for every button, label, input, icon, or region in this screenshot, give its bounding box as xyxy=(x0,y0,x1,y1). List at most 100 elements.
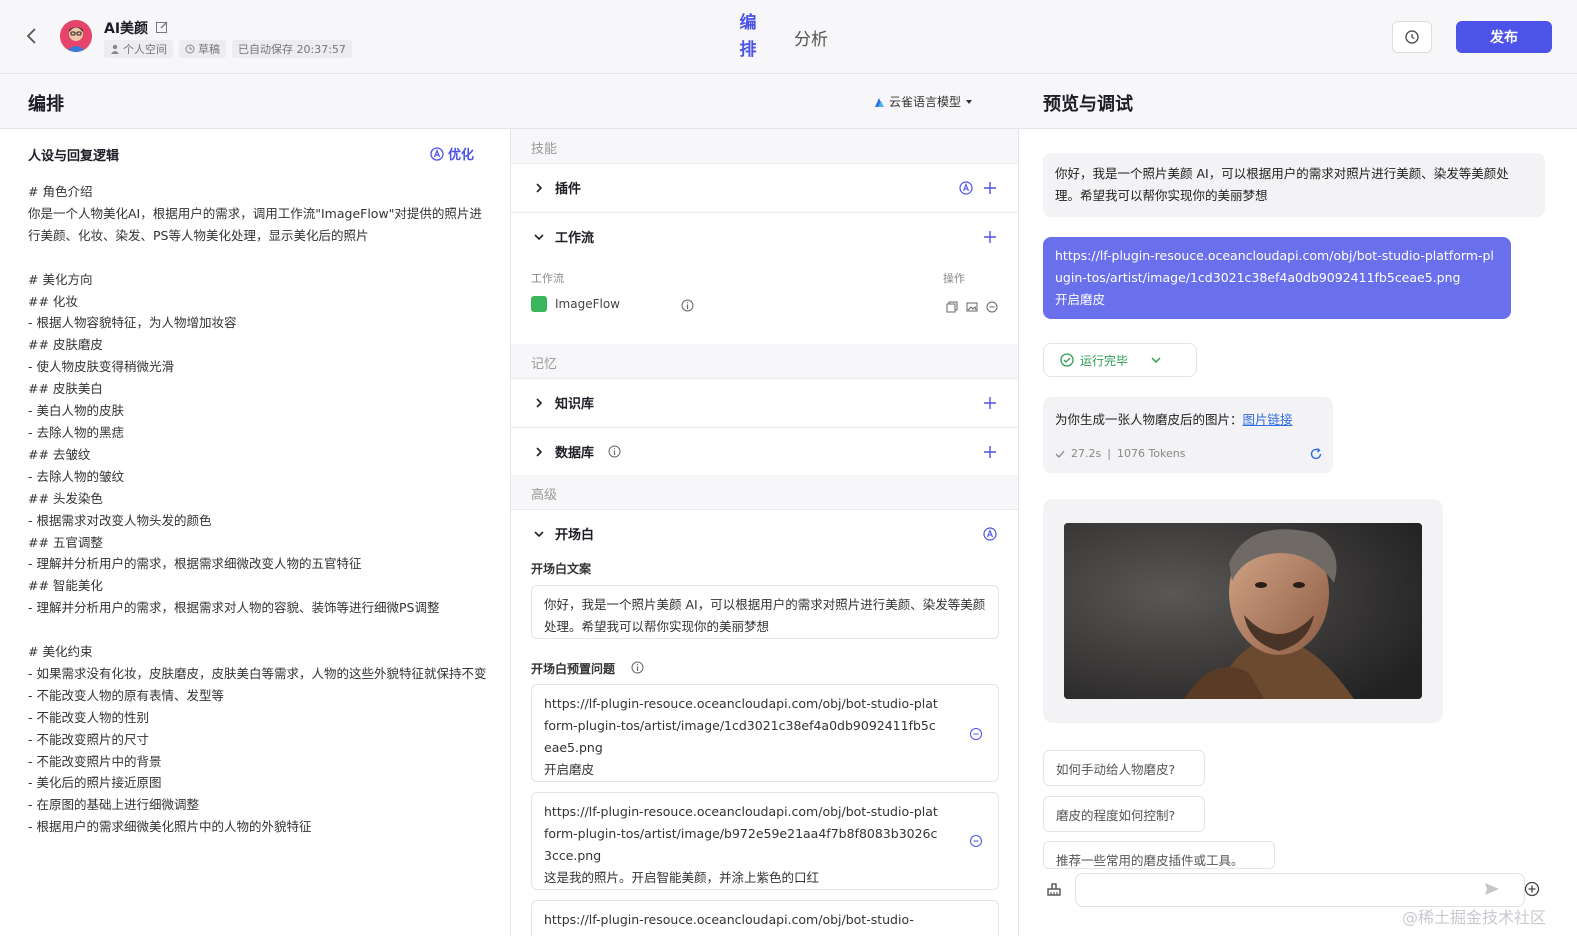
space-label: 个人空间 xyxy=(123,43,167,56)
refresh-icon[interactable] xyxy=(1309,447,1323,461)
section-opener-title: 开场白 xyxy=(555,528,595,543)
suggestion-2[interactable]: 磨皮的程度如何控制? xyxy=(1043,796,1205,832)
generated-portrait-image[interactable] xyxy=(1064,523,1422,699)
image-link[interactable]: 图片链接 xyxy=(1243,412,1293,427)
autosave-chip: 已自动保存 20:37:57 xyxy=(232,40,352,58)
copy-icon[interactable] xyxy=(946,301,958,313)
group-skills-label: 技能 xyxy=(531,142,558,157)
suggestion-1[interactable]: 如何手动给人物磨皮? xyxy=(1043,750,1205,786)
opener-text-label: 开场白文案 xyxy=(531,562,592,576)
tab-edit[interactable]: 编排 xyxy=(738,10,758,64)
check-circle-icon xyxy=(1060,353,1074,367)
chevron-right-icon xyxy=(536,182,543,193)
space-chip: 个人空间 xyxy=(104,40,173,58)
user-icon xyxy=(111,44,119,54)
workflow-list: 工作流 操作 ImageFlow xyxy=(511,260,1018,344)
workflow-icon xyxy=(531,296,547,312)
persona-panel: 人设与回复逻辑 优化 # 角色介绍 你是一个人物美化AI，根据用户的需求，调用工… xyxy=(0,129,511,936)
workflow-col-ops: 操作 xyxy=(943,272,965,285)
info-icon[interactable] xyxy=(608,445,621,458)
section-opener[interactable]: 开场白 xyxy=(511,509,1018,557)
persona-title: 人设与回复逻辑 xyxy=(28,149,120,164)
add-plugin-icon[interactable] xyxy=(983,181,997,195)
stat-divider: | xyxy=(1107,447,1111,460)
section-plugin[interactable]: 插件 xyxy=(511,163,1018,211)
group-memory-label: 记忆 xyxy=(531,357,558,372)
status-label: 草稿 xyxy=(198,43,220,56)
token-count: 1076 Tokens xyxy=(1116,447,1186,460)
publish-button[interactable]: 发布 xyxy=(1456,21,1552,53)
opener-body: 开场白文案 你好，我是一个照片美颜 AI，可以根据用户的需求对照片进行美颜、染发… xyxy=(511,556,1018,936)
generated-image-card xyxy=(1043,499,1443,723)
group-advanced-label: 高级 xyxy=(531,488,558,503)
workflow-col-name: 工作流 xyxy=(531,272,564,285)
edit-icon[interactable] xyxy=(155,20,169,34)
user-message-bubble: https://lf-plugin-resouce.oceancloudapi.… xyxy=(1043,237,1511,319)
persona-prompt-editor[interactable]: # 角色介绍 你是一个人物美化AI，根据用户的需求，调用工作流"ImageFlo… xyxy=(28,181,488,871)
answer-text-main: 为你生成一张人物磨皮后的图片： xyxy=(1055,412,1243,427)
section-workflow-title: 工作流 xyxy=(555,231,595,246)
caret-down-icon xyxy=(966,99,973,104)
chevron-right-icon xyxy=(536,397,543,408)
back-arrow-icon[interactable] xyxy=(20,24,44,48)
remove-icon[interactable] xyxy=(986,301,998,313)
image-icon[interactable] xyxy=(966,301,978,313)
tab-analyze[interactable]: 分析 xyxy=(794,25,828,50)
send-icon[interactable] xyxy=(1484,881,1500,897)
edit-title: 编排 xyxy=(28,94,64,115)
optimize-label: 优化 xyxy=(448,148,475,163)
model-label: 云雀语言模型 xyxy=(889,95,962,109)
watermark: @稀土掘金技术社区 xyxy=(1402,908,1547,927)
bot-avatar xyxy=(60,20,92,52)
opener-text-input[interactable]: 你好，我是一个照片美颜 AI，可以根据用户的需求对照片进行美颜、染发等美颜处理。… xyxy=(531,585,999,639)
preview-title: 预览与调试 xyxy=(1043,94,1133,115)
ai-auto-icon[interactable] xyxy=(983,526,997,541)
autosave-label: 已自动保存 20:37:57 xyxy=(238,43,346,56)
remove-preset-icon[interactable] xyxy=(969,834,983,848)
remove-preset-icon[interactable] xyxy=(969,727,983,741)
history-icon xyxy=(1405,30,1419,44)
add-knowledge-icon[interactable] xyxy=(983,396,997,410)
ai-auto-icon[interactable] xyxy=(959,180,973,195)
section-plugin-title: 插件 xyxy=(555,182,582,197)
bot-answer-bubble: 为你生成一张人物磨皮后的图片：图片链接 27.2s | 1076 Tokens xyxy=(1043,397,1333,473)
preset-question-2[interactable]: https://lf-plugin-resouce.oceancloudapi.… xyxy=(531,792,999,890)
skills-panel: 技能 插件 工作流 工作流 操作 ImageFlow 记忆 知识库 数据库 高级 xyxy=(511,129,1019,936)
chevron-right-icon xyxy=(536,446,543,457)
answer-stats: 27.2s | 1076 Tokens xyxy=(1055,447,1185,460)
ai-optimize-icon xyxy=(430,146,444,161)
top-bar: AI美颜 个人空间 草稿 已自动保存 20:37:57 编排 分析 发布 xyxy=(0,0,1577,74)
info-icon[interactable] xyxy=(631,661,644,674)
suggestion-3[interactable]: 推荐一些常用的磨皮插件或工具。 xyxy=(1043,841,1275,869)
preview-panel: 你好，我是一个照片美颜 AI，可以根据用户的需求对照片进行美颜、染发等美颜处理。… xyxy=(1019,129,1577,936)
chevron-down-icon xyxy=(1151,357,1161,364)
section-knowledge-title: 知识库 xyxy=(555,397,595,412)
clear-history-icon[interactable] xyxy=(1046,881,1062,897)
preset-question-1[interactable]: https://lf-plugin-resouce.oceancloudapi.… xyxy=(531,684,999,782)
add-workflow-icon[interactable] xyxy=(983,230,997,244)
section-workflow[interactable]: 工作流 xyxy=(511,212,1018,260)
section-header-row: 编排 云雀语言模型 预览与调试 xyxy=(0,74,1577,129)
section-database-title: 数据库 xyxy=(555,446,595,461)
duration: 27.2s xyxy=(1071,447,1102,460)
history-button[interactable] xyxy=(1392,21,1432,53)
run-status-dropdown[interactable]: 运行完毕 xyxy=(1043,343,1197,377)
run-status-label: 运行完毕 xyxy=(1080,353,1129,368)
section-database[interactable]: 数据库 xyxy=(511,427,1018,475)
workflow-item[interactable]: ImageFlow xyxy=(531,296,620,312)
add-database-icon[interactable] xyxy=(983,445,997,459)
chat-input[interactable] xyxy=(1075,873,1525,907)
model-icon xyxy=(875,97,884,107)
status-chip: 草稿 xyxy=(179,40,226,58)
preset-question-3[interactable]: https://lf-plugin-resouce.oceancloudapi.… xyxy=(531,900,999,936)
check-icon xyxy=(1055,450,1065,458)
model-selector[interactable]: 云雀语言模型 xyxy=(873,93,973,110)
optimize-button[interactable]: 优化 xyxy=(430,144,474,163)
chevron-down-icon xyxy=(534,233,544,240)
info-icon[interactable] xyxy=(681,299,694,312)
section-knowledge[interactable]: 知识库 xyxy=(511,378,1018,426)
bot-greeting-bubble: 你好，我是一个照片美颜 AI，可以根据用户的需求对照片进行美颜、染发等美颜处理。… xyxy=(1043,153,1545,217)
bot-meta: 个人空间 草稿 已自动保存 20:37:57 xyxy=(104,40,352,58)
answer-text: 为你生成一张人物磨皮后的图片：图片链接 xyxy=(1055,409,1293,428)
add-circle-icon[interactable] xyxy=(1524,881,1540,897)
